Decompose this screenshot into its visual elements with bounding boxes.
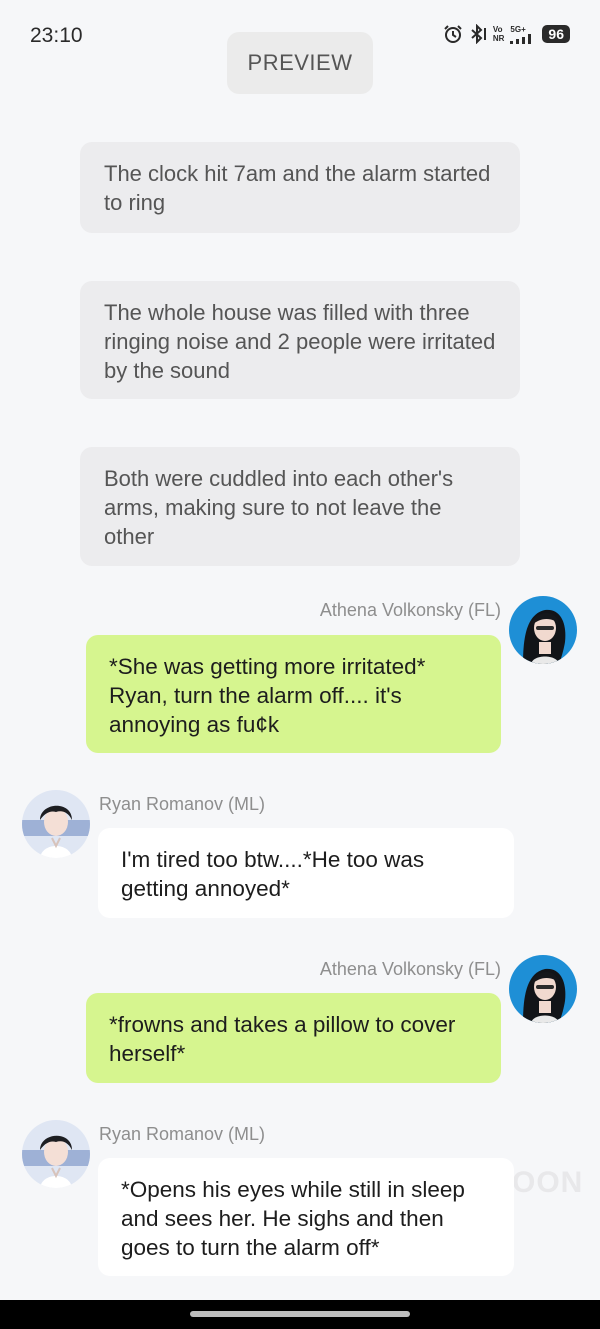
sender-name: Athena Volkonsky (FL): [319, 600, 501, 620]
ryan-avatar[interactable]: [22, 1120, 90, 1188]
message-bubble: *Opens his eyes while still in sleep and…: [98, 1158, 514, 1276]
message-bubble: *She was getting more irritated* Ryan, t…: [86, 635, 501, 753]
signal-icon: [510, 33, 532, 44]
signal-indicator: 5G+: [510, 25, 536, 44]
message-bubble: I'm tired too btw....*He too was getting…: [98, 828, 514, 918]
status-icons: Vo NR 5G+ 96: [443, 24, 570, 44]
athena-avatar[interactable]: [509, 596, 577, 664]
athena-avatar[interactable]: [509, 955, 577, 1023]
sender-name: Athena Volkonsky (FL): [319, 959, 501, 979]
network-label: Vo NR: [493, 25, 505, 43]
watermark: OON: [512, 1166, 584, 1199]
bluetooth-icon: [469, 24, 487, 44]
battery-indicator: 96: [542, 25, 570, 43]
narration-bubble: The clock hit 7am and the alarm started …: [80, 142, 520, 233]
ryan-avatar[interactable]: [22, 790, 90, 858]
sender-name: Ryan Romanov (ML): [99, 794, 266, 814]
alarm-icon: [443, 24, 463, 44]
narration-bubble: Both were cuddled into each other's arms…: [80, 447, 520, 566]
preview-button[interactable]: PREVIEW: [227, 32, 373, 94]
network-top: Vo: [492, 25, 503, 34]
home-indicator[interactable]: [190, 1311, 410, 1317]
message-bubble: *frowns and takes a pillow to cover hers…: [86, 993, 501, 1083]
narration-bubble: The whole house was filled with three ri…: [80, 281, 520, 399]
status-time: 23:10: [30, 24, 83, 47]
system-nav-bar: [0, 1300, 600, 1329]
sender-name: Ryan Romanov (ML): [99, 1124, 266, 1144]
signal-label: 5G+: [510, 24, 526, 34]
network-bottom: NR: [492, 34, 505, 43]
